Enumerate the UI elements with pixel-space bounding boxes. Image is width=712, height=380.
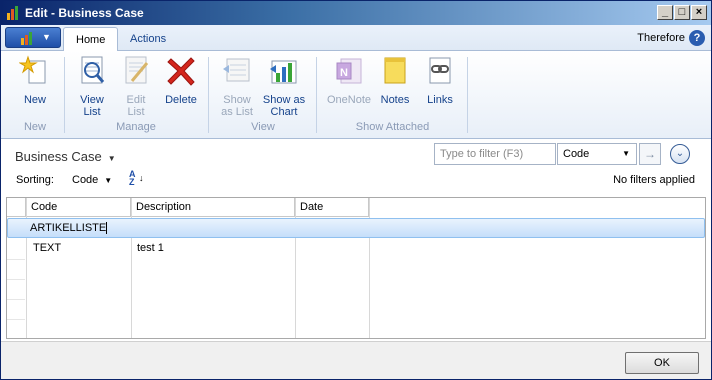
ok-button[interactable]: OK (625, 352, 699, 374)
links-button[interactable]: Links (420, 55, 460, 106)
svg-text:N: N (340, 67, 348, 79)
expand-filter-icon[interactable]: ⌄ (670, 144, 690, 164)
maximize-button[interactable]: □ (674, 5, 690, 20)
column-header-date[interactable]: Date (295, 198, 369, 217)
sorting-field-value: Code (72, 174, 99, 186)
tab-home[interactable]: Home (63, 27, 119, 51)
company-name[interactable]: Therefore (637, 32, 685, 44)
filter-field-select[interactable]: Code ▼ (557, 143, 637, 165)
tab-actions[interactable]: Actions (118, 27, 178, 51)
onenote-icon: N (336, 58, 362, 84)
row-divider (7, 279, 25, 280)
view-list-icon (81, 56, 105, 84)
help-icon[interactable]: ? (689, 30, 705, 46)
page-title: Business Case (15, 149, 102, 164)
ribbon-separator (316, 57, 317, 133)
edit-dialog: Edit - Business Case _ □ × ▼ Home Action… (0, 0, 712, 380)
sorting-label: Sorting: (16, 174, 54, 186)
sorting-field-select[interactable]: Code ▼ (72, 174, 112, 186)
edit-list-button[interactable]: Edit List (116, 55, 156, 118)
row-divider (7, 299, 25, 300)
show-as-chart-button[interactable]: Show as Chart (261, 55, 307, 118)
notes-label: Notes (380, 94, 410, 106)
list-header: Business Case ▼ Type to filter (F3) Code … (1, 139, 711, 197)
ribbon-separator (64, 57, 65, 133)
view-list-label: View List (80, 94, 104, 118)
table-row[interactable]: TEXT test 1 (7, 239, 705, 259)
cell-code-text: ARTIKELLISTE (30, 222, 107, 234)
group-label-new: New (23, 121, 46, 133)
show-as-list-icon (223, 58, 250, 82)
chevron-down-icon: ▼ (104, 176, 113, 185)
title-bar[interactable]: Edit - Business Case _ □ × (1, 1, 711, 25)
delete-icon (167, 57, 195, 86)
show-as-chart-label: Show as Chart (262, 94, 306, 118)
chevron-down-icon: ▼ (107, 154, 116, 163)
delete-button[interactable]: Delete (161, 55, 201, 106)
new-button[interactable]: New (15, 55, 55, 106)
cell-code[interactable]: TEXT (33, 242, 61, 254)
filter-field-value: Code (563, 148, 590, 160)
table-row[interactable]: ARTIKELLISTE (7, 218, 705, 238)
ribbon-home: New New View List Edit List Delete Manag… (1, 51, 711, 139)
edit-list-label: Edit List (126, 94, 146, 118)
show-as-list-label: Show as List (221, 94, 253, 118)
new-label: New (23, 94, 46, 106)
filter-status: No filters applied (613, 174, 695, 186)
list-grid[interactable]: Code Description Date ARTIKELLISTE TEXT … (6, 197, 706, 339)
links-icon (429, 57, 451, 84)
notes-button[interactable]: Notes (377, 55, 413, 106)
delete-label: Delete (165, 94, 197, 106)
filter-input[interactable]: Type to filter (F3) (434, 143, 556, 165)
app-logo-icon (7, 6, 18, 20)
sort-ascending-icon[interactable]: A Z ↓ (129, 170, 144, 187)
links-label: Links (427, 94, 453, 106)
minimize-button[interactable]: _ (657, 5, 673, 20)
chevron-down-icon: ▼ (622, 149, 630, 158)
edit-list-icon (125, 56, 149, 84)
group-label-manage: Manage (116, 121, 156, 133)
apply-filter-button[interactable]: → (639, 143, 661, 165)
close-button[interactable]: × (691, 5, 707, 20)
ribbon-separator (208, 57, 209, 133)
onenote-label: OneNote (326, 94, 372, 106)
onenote-button[interactable]: N OneNote (325, 55, 373, 106)
group-label-view: View (251, 121, 275, 133)
new-document-icon (18, 55, 46, 84)
row-divider (7, 319, 25, 320)
window-title: Edit - Business Case (25, 6, 144, 20)
row-divider (7, 259, 25, 260)
page-title-menu[interactable]: Business Case ▼ (15, 149, 116, 164)
group-label-show-attached: Show Attached (355, 121, 430, 133)
column-header-description[interactable]: Description (131, 198, 295, 217)
text-cursor (106, 222, 108, 235)
cell-code[interactable]: ARTIKELLISTE (30, 222, 108, 235)
chevron-down-icon: ▼ (42, 32, 51, 42)
ribbon-tab-row: ▼ Home Actions Therefore ? (1, 25, 711, 51)
cell-description[interactable]: test 1 (137, 242, 164, 254)
show-as-list-button[interactable]: Show as List (217, 55, 257, 118)
ribbon-separator (467, 57, 468, 133)
view-list-button[interactable]: View List (71, 55, 113, 118)
notes-icon (384, 57, 406, 84)
app-menu-logo-icon (21, 32, 32, 45)
application-menu-button[interactable]: ▼ (5, 27, 61, 48)
dialog-footer: OK (1, 341, 711, 379)
show-as-chart-icon (270, 60, 297, 84)
row-indicator-header (7, 198, 26, 217)
column-header-code[interactable]: Code (26, 198, 131, 217)
